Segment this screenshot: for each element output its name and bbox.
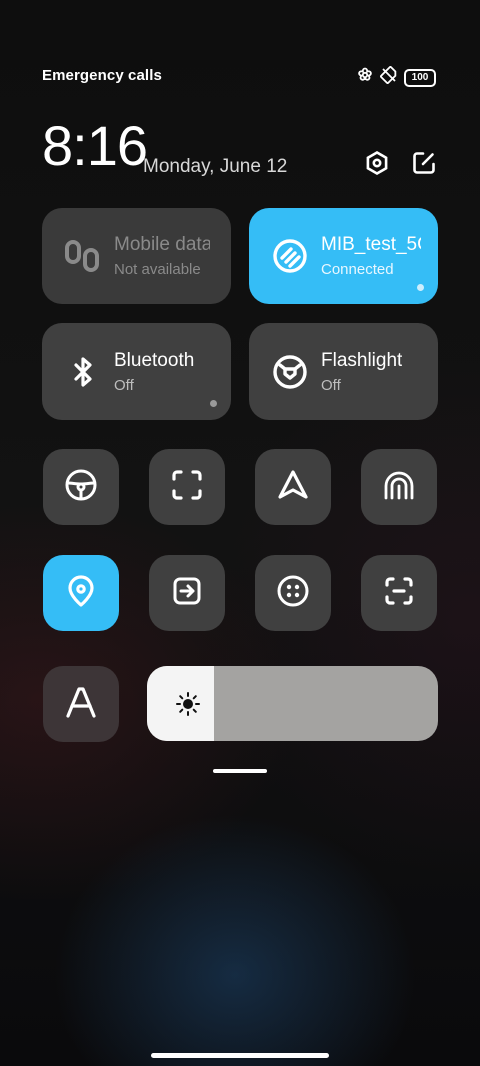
wifi-title: MIB_test_5G [321,234,421,255]
mobile-data-subtitle: Not available [114,261,201,278]
flashlight-title: Flashlight [321,349,403,371]
screenshot-toggle[interactable] [149,449,225,525]
cast-icon [170,574,204,613]
bluetooth-tile[interactable]: Bluetooth Off [42,323,231,420]
mobile-data-title: Mobile data [114,234,210,255]
battery-icon: 100 [404,68,436,87]
edit-icon[interactable] [409,148,439,178]
brightness-slider[interactable] [147,666,438,741]
fingerprint-toggle[interactable] [361,449,437,525]
drag-handle[interactable] [213,769,267,773]
status-icons: 100 [356,66,436,89]
wifi-subtitle: Connected [321,261,394,278]
font-size-icon [63,684,99,725]
scanner-toggle[interactable] [361,555,437,631]
cast-toggle[interactable] [149,555,225,631]
gesture-bar[interactable] [151,1053,329,1058]
dots-icon [276,574,310,613]
no-sim-icon [380,66,398,89]
wifi-tile[interactable]: MIB_test_5G Connected [249,208,438,304]
location-icon [64,574,98,613]
flashlight-subtitle: Off [321,376,341,394]
navigation-toggle[interactable] [255,449,331,525]
location-toggle[interactable] [43,555,119,631]
bluetooth-title: Bluetooth [114,349,195,371]
flashlight-tile[interactable]: Flashlight Off [249,323,438,420]
flashlight-icon [271,353,309,391]
flower-icon [356,66,374,89]
scanner-icon [382,574,416,613]
bluetooth-more-dot[interactable] [210,400,217,407]
mobile-data-tile[interactable]: Mobile data Not available [42,208,231,304]
dots-toggle[interactable] [255,555,331,631]
date[interactable]: Monday, June 12 [143,156,287,178]
font-size-button[interactable] [43,666,119,742]
bluetooth-subtitle: Off [114,376,134,394]
wifi-more-dot[interactable] [417,284,424,291]
navigation-icon [276,468,310,507]
status-text: Emergency calls only [42,67,166,84]
fingerprint-icon [382,468,416,507]
clock[interactable]: 8:16 [42,118,148,174]
settings-hex-icon[interactable] [362,148,392,178]
wifi-icon [271,237,309,275]
mobile-data-icon [64,237,102,275]
screenshot-icon [170,468,204,507]
sun-icon [174,690,202,723]
bluetooth-icon [64,353,102,391]
driving-mode-icon [64,468,98,507]
driving-mode-toggle[interactable] [43,449,119,525]
